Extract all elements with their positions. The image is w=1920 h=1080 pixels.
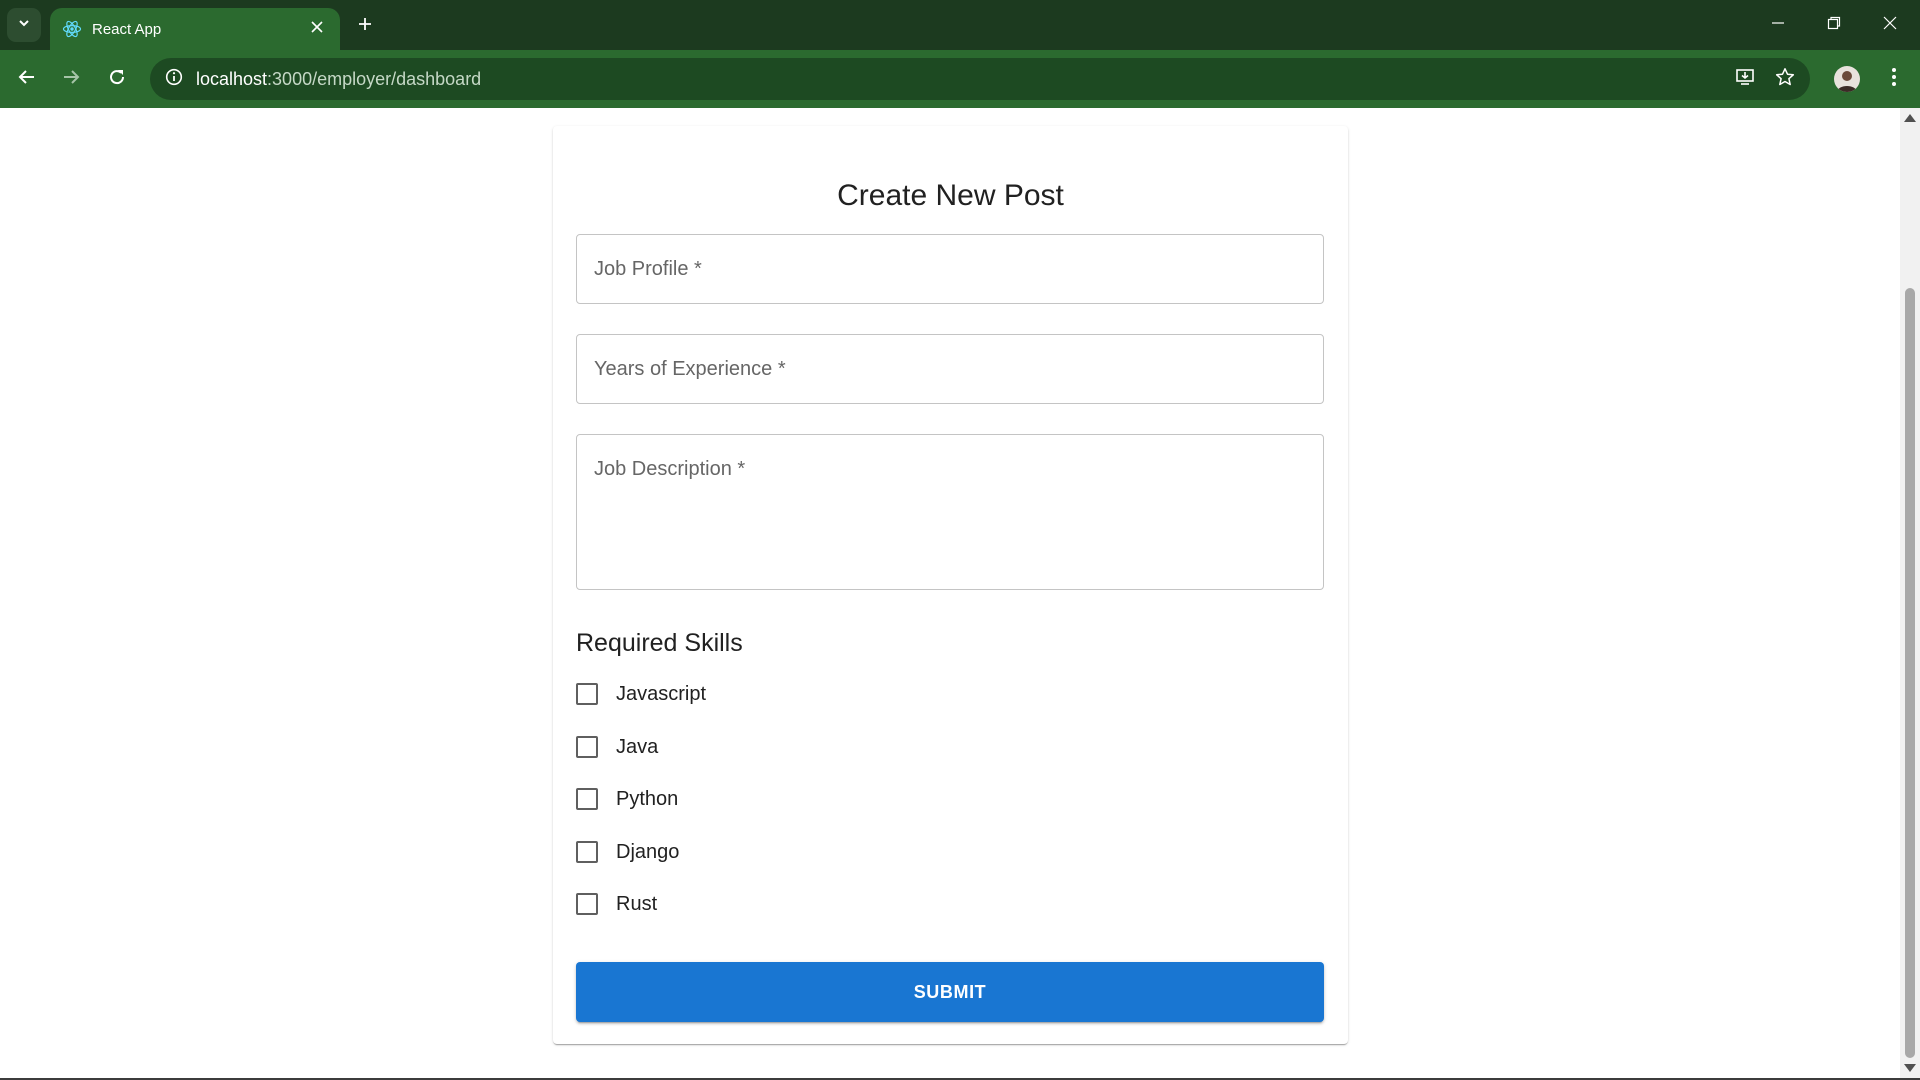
checkbox[interactable] bbox=[576, 683, 598, 705]
install-app-icon bbox=[1735, 67, 1755, 92]
skill-label: Java bbox=[616, 736, 659, 758]
tab-close-button[interactable] bbox=[302, 14, 332, 44]
skill-option-python[interactable]: Python bbox=[576, 783, 678, 815]
checkbox[interactable] bbox=[576, 893, 598, 915]
skill-option-django[interactable]: Django bbox=[576, 836, 679, 868]
years-of-experience-field[interactable]: Years of Experience * bbox=[576, 334, 1324, 404]
required-skills-heading: Required Skills bbox=[576, 629, 743, 657]
info-icon bbox=[165, 68, 183, 91]
tab-title: React App bbox=[92, 20, 162, 38]
react-logo-icon bbox=[62, 19, 82, 39]
star-icon bbox=[1775, 67, 1795, 92]
back-arrow-icon bbox=[18, 68, 36, 91]
install-app-button[interactable] bbox=[1730, 64, 1760, 94]
checkbox[interactable] bbox=[576, 736, 598, 758]
close-window-button[interactable] bbox=[1862, 0, 1918, 50]
tab-search-button[interactable] bbox=[7, 8, 41, 42]
job-description-field[interactable]: Job Description * bbox=[576, 434, 1324, 590]
checkbox[interactable] bbox=[576, 788, 598, 810]
browser-tab[interactable]: React App bbox=[50, 8, 340, 50]
browser-toolbar: localhost:3000/employer/dashboard bbox=[0, 50, 1920, 108]
close-icon bbox=[311, 20, 323, 38]
job-profile-field[interactable]: Job Profile * bbox=[576, 234, 1324, 304]
new-tab-button[interactable] bbox=[348, 10, 382, 42]
browser-menu-button[interactable] bbox=[1878, 62, 1910, 96]
page-scrollbar[interactable] bbox=[1900, 108, 1920, 1078]
site-info-button[interactable] bbox=[160, 65, 188, 93]
browser-tabstrip: React App bbox=[0, 0, 1920, 50]
page-title: Create New Post bbox=[837, 179, 1064, 212]
forward-arrow-icon bbox=[62, 68, 80, 91]
restore-button[interactable] bbox=[1806, 0, 1862, 50]
skill-option-rust[interactable]: Rust bbox=[576, 888, 657, 920]
checkbox[interactable] bbox=[576, 841, 598, 863]
profile-avatar[interactable] bbox=[1834, 66, 1860, 92]
forward-button[interactable] bbox=[52, 60, 90, 98]
chevron-down-icon bbox=[17, 16, 31, 35]
url-host: localhost bbox=[196, 69, 268, 89]
url-path: :3000/employer/dashboard bbox=[267, 69, 482, 89]
address-bar[interactable]: localhost:3000/employer/dashboard bbox=[150, 58, 1810, 100]
kebab-menu-icon bbox=[1891, 67, 1897, 92]
job-description-label: Job Description * bbox=[594, 458, 746, 480]
close-icon bbox=[1883, 16, 1897, 35]
years-of-experience-label: Years of Experience * bbox=[594, 358, 786, 380]
skill-label: Rust bbox=[616, 893, 658, 915]
create-post-card: Create New Post Job Profile * Years of E… bbox=[553, 126, 1348, 1044]
scroll-down-arrow-icon[interactable] bbox=[1904, 1064, 1916, 1072]
minimize-button[interactable] bbox=[1750, 0, 1806, 50]
plus-icon bbox=[357, 16, 373, 37]
submit-button[interactable]: SUBMIT bbox=[576, 962, 1324, 1022]
reload-icon bbox=[108, 68, 126, 91]
submit-label: SUBMIT bbox=[913, 981, 987, 1002]
reload-button[interactable] bbox=[98, 60, 136, 98]
scroll-thumb[interactable] bbox=[1905, 288, 1915, 1058]
skill-option-javascript[interactable]: Javascript bbox=[576, 678, 706, 710]
back-button[interactable] bbox=[8, 60, 46, 98]
url-text[interactable]: localhost:3000/employer/dashboard bbox=[196, 58, 481, 100]
skill-option-java[interactable]: Java bbox=[576, 731, 658, 763]
page-viewport: Create New Post Job Profile * Years of E… bbox=[0, 108, 1900, 1078]
bookmark-button[interactable] bbox=[1770, 64, 1800, 94]
restore-icon bbox=[1827, 16, 1841, 35]
job-profile-label: Job Profile * bbox=[594, 258, 702, 280]
skill-label: Django bbox=[616, 841, 680, 863]
skill-label: Javascript bbox=[616, 683, 707, 705]
skill-label: Python bbox=[616, 788, 679, 810]
minimize-icon bbox=[1771, 16, 1785, 35]
scroll-up-arrow-icon[interactable] bbox=[1904, 114, 1916, 122]
